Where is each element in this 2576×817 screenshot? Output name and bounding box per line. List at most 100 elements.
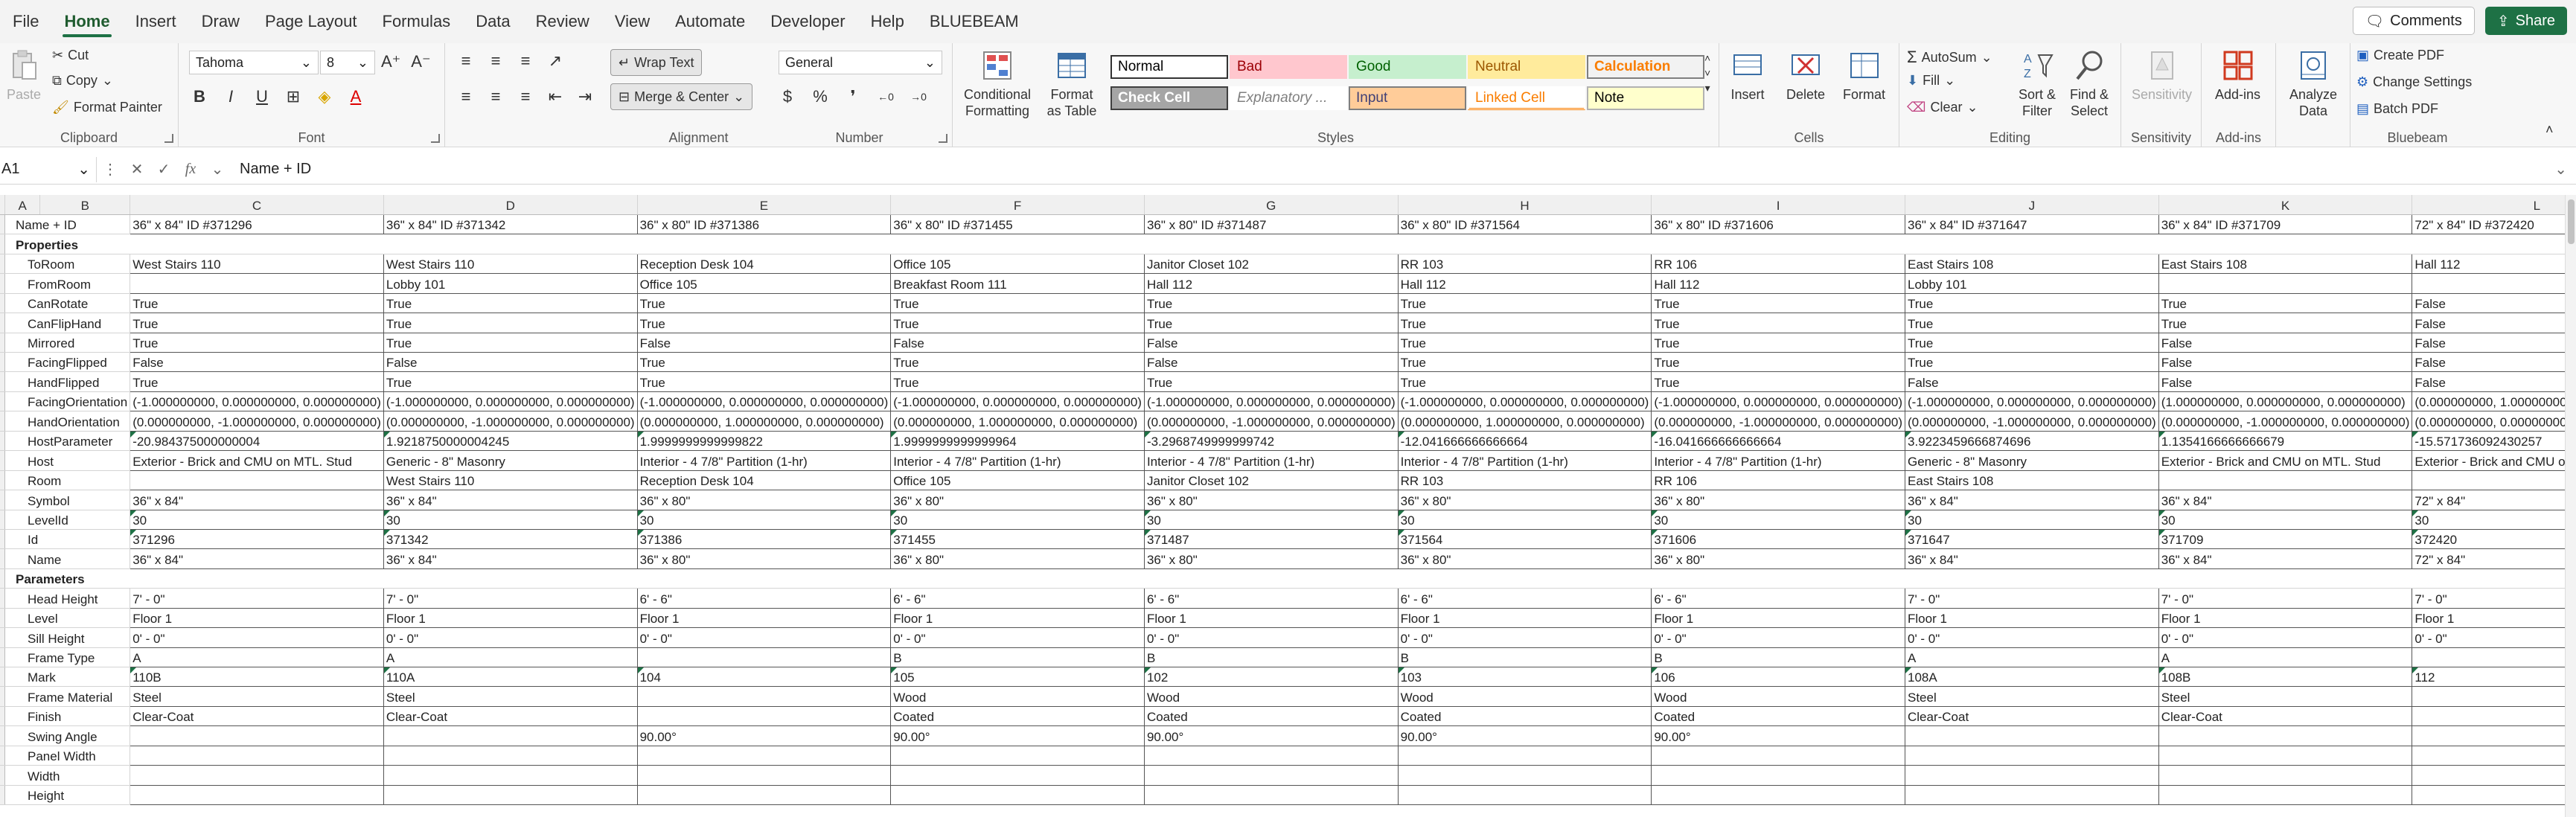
- column-header-f[interactable]: F: [890, 195, 1145, 215]
- property-label-cell[interactable]: Panel Width: [4, 746, 131, 766]
- increase-font-icon[interactable]: A⁺: [381, 52, 400, 71]
- borders-icon[interactable]: ⊞: [280, 85, 307, 109]
- data-cell[interactable]: West Stairs 110: [383, 253, 638, 275]
- data-cell[interactable]: (-1.000000000, 0.000000000, 0.000000000): [1397, 391, 1652, 412]
- data-cell[interactable]: 7' - 0": [2158, 588, 2413, 609]
- data-cell[interactable]: False: [2412, 292, 2565, 314]
- property-label-cell[interactable]: FromRoom: [4, 273, 131, 294]
- collapse-ribbon-icon[interactable]: ˄: [2545, 122, 2554, 138]
- data-cell[interactable]: Clear-Coat: [130, 705, 384, 727]
- data-cell[interactable]: False: [2158, 332, 2413, 353]
- cell-style-neutral[interactable]: Neutral: [1468, 55, 1585, 79]
- data-cell[interactable]: True: [1905, 332, 2159, 353]
- data-cell[interactable]: [383, 765, 638, 786]
- data-cell[interactable]: Generic - 8" Masonry: [383, 450, 638, 471]
- data-cell[interactable]: 0' - 0": [130, 627, 384, 648]
- data-cell[interactable]: Steel: [130, 686, 384, 707]
- align-middle-icon[interactable]: ≡: [482, 49, 509, 73]
- data-cell[interactable]: True: [636, 351, 892, 373]
- data-cell[interactable]: 102: [1143, 666, 1399, 688]
- data-cell[interactable]: Steel: [1905, 686, 2159, 707]
- property-label-cell[interactable]: HandFlipped: [4, 371, 131, 392]
- data-cell[interactable]: 36" x 80": [1397, 548, 1652, 569]
- copy-button[interactable]: ⧉ Copy ⌄: [52, 73, 113, 89]
- enter-icon[interactable]: ✓: [150, 160, 177, 179]
- cell-style-input[interactable]: Input: [1349, 86, 1466, 110]
- data-cell[interactable]: Wood: [1651, 686, 1905, 707]
- menu-tab-home[interactable]: Home: [51, 0, 122, 43]
- data-cell[interactable]: Exterior - Brick and CMU on MTL. Stud: [2412, 450, 2565, 471]
- data-cell[interactable]: Clear-Coat: [2158, 705, 2413, 727]
- data-cell[interactable]: True: [130, 313, 384, 333]
- data-cell[interactable]: 36" x 84": [383, 490, 638, 510]
- data-cell[interactable]: B: [1143, 647, 1399, 668]
- door-header-cell[interactable]: 36" x 84" ID #371709: [2158, 214, 2413, 235]
- data-cell[interactable]: Reception Desk 104: [636, 470, 892, 491]
- data-cell[interactable]: 36" x 84": [383, 548, 638, 569]
- cut-button[interactable]: ✂ Cut: [52, 48, 89, 63]
- data-cell[interactable]: [890, 765, 1145, 786]
- data-cell[interactable]: Lobby 101: [383, 273, 638, 294]
- data-cell[interactable]: 30: [383, 509, 638, 530]
- property-label-cell[interactable]: CanRotate: [4, 293, 131, 314]
- data-cell[interactable]: True: [1397, 292, 1652, 314]
- data-cell[interactable]: East Stairs 108: [1905, 253, 2159, 275]
- data-cell[interactable]: [2158, 745, 2413, 766]
- batch-pdf-button[interactable]: ▤ Batch PDF: [2356, 101, 2438, 117]
- property-label-cell[interactable]: ToRoom: [4, 254, 131, 275]
- data-cell[interactable]: 36" x 84": [1905, 490, 2159, 510]
- data-cell[interactable]: [383, 725, 638, 746]
- data-cell[interactable]: True: [130, 292, 384, 314]
- data-cell[interactable]: (0.000000000, -1.000000000, 0.000000000): [1143, 411, 1399, 432]
- data-cell[interactable]: 36" x 80": [890, 490, 1145, 510]
- decrease-indent-icon[interactable]: ⇤: [542, 85, 569, 109]
- data-cell[interactable]: 36" x 84": [2158, 548, 2413, 569]
- data-cell[interactable]: 0' - 0": [1397, 627, 1652, 648]
- fill-button[interactable]: ⬇ Fill ⌄: [1907, 73, 1955, 89]
- menu-tab-page-layout[interactable]: Page Layout: [252, 0, 370, 43]
- door-header-cell[interactable]: 36" x 80" ID #371564: [1397, 214, 1652, 235]
- data-cell[interactable]: Floor 1: [130, 607, 384, 629]
- data-cell[interactable]: True: [1905, 313, 2159, 333]
- data-cell[interactable]: True: [130, 332, 384, 353]
- data-cell[interactable]: (0.000000000, -1.000000000, 0.000000000): [383, 411, 638, 432]
- data-cell[interactable]: 110B: [130, 666, 384, 688]
- property-label-cell[interactable]: Symbol: [4, 490, 131, 510]
- share-button[interactable]: ⇪ Share: [2484, 7, 2567, 35]
- property-label-cell[interactable]: Level: [4, 608, 131, 629]
- analyze-data-button[interactable]: Analyze Data: [2285, 48, 2342, 119]
- data-cell[interactable]: East Stairs 108: [2158, 253, 2413, 275]
- data-cell[interactable]: RR 106: [1651, 470, 1905, 491]
- data-cell[interactable]: -20.984375000000004: [130, 430, 384, 452]
- data-cell[interactable]: (0.000000000, -1.000000000, 0.000000000): [2158, 411, 2413, 432]
- data-cell[interactable]: A: [1905, 647, 2159, 668]
- data-cell[interactable]: 371455: [890, 528, 1145, 550]
- data-cell[interactable]: [1397, 784, 1652, 806]
- data-cell[interactable]: 30: [2412, 509, 2565, 530]
- data-cell[interactable]: 110A: [383, 666, 638, 688]
- cell-style-bad[interactable]: Bad: [1230, 55, 1347, 79]
- column-header-c[interactable]: C: [130, 195, 384, 215]
- data-cell[interactable]: [1143, 784, 1399, 806]
- data-cell[interactable]: [2412, 784, 2565, 806]
- data-cell[interactable]: False: [2412, 313, 2565, 333]
- data-cell[interactable]: 36" x 80": [1651, 490, 1905, 510]
- property-label-cell[interactable]: Head Height: [4, 588, 131, 609]
- property-label-cell[interactable]: Finish: [4, 706, 131, 727]
- data-cell[interactable]: Office 105: [890, 253, 1145, 275]
- data-cell[interactable]: Interior - 4 7/8" Partition (1-hr): [890, 450, 1145, 471]
- data-cell[interactable]: True: [1651, 351, 1905, 373]
- data-cell[interactable]: [1905, 784, 2159, 806]
- data-cell[interactable]: 0' - 0": [636, 627, 892, 648]
- data-cell[interactable]: [2158, 725, 2413, 746]
- data-cell[interactable]: Janitor Closet 102: [1143, 253, 1399, 275]
- data-cell[interactable]: False: [2412, 351, 2565, 373]
- data-cell[interactable]: 36" x 80": [1143, 548, 1399, 569]
- data-cell[interactable]: (0.000000000, -1.000000000, 0.000000000): [1651, 411, 1905, 432]
- data-cell[interactable]: 6' - 6": [1397, 588, 1652, 609]
- cancel-icon[interactable]: ✕: [124, 160, 150, 179]
- data-cell[interactable]: 0' - 0": [1143, 627, 1399, 648]
- chevron-up-icon[interactable]: ˄: [1704, 52, 1710, 64]
- data-cell[interactable]: True: [636, 371, 892, 392]
- data-cell[interactable]: [383, 745, 638, 766]
